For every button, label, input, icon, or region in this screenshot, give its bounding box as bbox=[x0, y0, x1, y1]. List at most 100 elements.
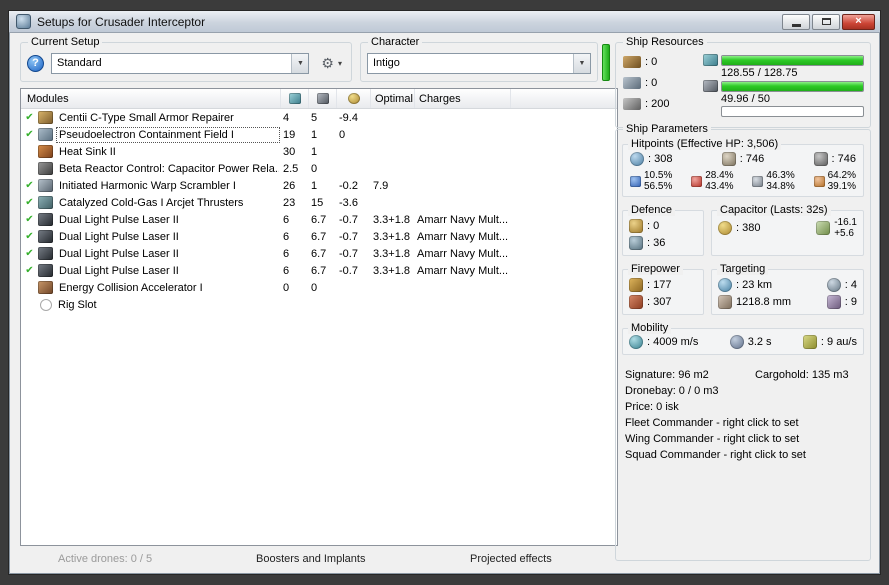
maximize-button[interactable] bbox=[812, 13, 840, 30]
info-text[interactable]: Wing Commander - right click to set bbox=[625, 431, 799, 447]
title-bar[interactable]: Setups for Crusader Interceptor × bbox=[9, 11, 880, 33]
module-row[interactable]: ✔ Centii C-Type Small Armor Repairer 4 5 -9.… bbox=[21, 109, 617, 126]
module-name[interactable]: Rig Slot bbox=[56, 298, 278, 312]
setup-tools-button[interactable]: ⚙ ▾ bbox=[318, 55, 345, 71]
current-setup-group: Current Setup ? Standard ▼ ⚙ ▾ bbox=[20, 36, 352, 82]
module-powergrid: 0 bbox=[311, 162, 318, 175]
close-button[interactable]: × bbox=[842, 13, 875, 30]
module-powergrid: 1 bbox=[311, 145, 318, 158]
info-text[interactable]: Fleet Commander - right click to set bbox=[625, 415, 799, 431]
armor-resist-value: 34.8% bbox=[766, 181, 795, 192]
module-powergrid: 6.7 bbox=[311, 230, 327, 243]
projected-effects-label[interactable]: Projected effects bbox=[470, 553, 552, 565]
align-time-icon bbox=[729, 335, 744, 349]
module-name[interactable]: Dual Light Pulse Laser II bbox=[57, 247, 279, 261]
module-name[interactable]: Dual Light Pulse Laser II bbox=[57, 230, 279, 244]
module-optimal: 3.3+1.8 bbox=[373, 247, 411, 260]
module-row[interactable]: ✔ Dual Light Pulse Laser II 6 6.7 -0.7 3.3+1.… bbox=[21, 245, 617, 262]
warp-speed-icon bbox=[802, 335, 817, 349]
cpu-icon bbox=[703, 54, 718, 66]
active-defence-icon bbox=[629, 235, 643, 250]
boosters-implants-label[interactable]: Boosters and Implants bbox=[256, 553, 365, 565]
powergrid-icon bbox=[703, 80, 718, 92]
kinetic-resist-cell: 46.3% 34.8% bbox=[752, 170, 795, 192]
module-name[interactable]: Initiated Harmonic Warp Scrambler I bbox=[57, 179, 279, 193]
module-row[interactable]: Heat Sink II 30 1 bbox=[21, 143, 617, 160]
module-row[interactable]: Energy Collision Accelerator I 0 0 bbox=[21, 279, 617, 296]
module-charges: Amarr Navy Mult... bbox=[417, 213, 509, 226]
defence-box: Defence : 0 : 36 bbox=[622, 204, 704, 256]
module-row[interactable]: ✔ Pseudoelectron Containment Field I 19 1 0 bbox=[21, 126, 617, 143]
info-line[interactable]: Fleet Commander - right click to set bbox=[625, 415, 862, 431]
passive-defence-value: : 0 bbox=[647, 219, 660, 232]
character-combobox-arrow[interactable]: ▼ bbox=[573, 53, 590, 73]
module-row[interactable]: ✔ Initiated Harmonic Warp Scrambler I 26 1 -… bbox=[21, 177, 617, 194]
module-row[interactable]: ✔ Dual Light Pulse Laser II 6 6.7 -0.7 3.3+1.… bbox=[21, 262, 617, 279]
character-combobox-value: Intigo bbox=[373, 56, 400, 69]
module-row[interactable]: Beta Reactor Control: Capacitor Power Re… bbox=[21, 160, 617, 177]
defence-label: Defence bbox=[628, 204, 675, 216]
module-name[interactable]: Heat Sink II bbox=[57, 145, 279, 159]
info-line[interactable]: Squad Commander - right click to set bbox=[625, 447, 862, 463]
module-cpu: 2.5 bbox=[283, 162, 299, 175]
module-powergrid: 6.7 bbox=[311, 264, 327, 277]
capacitor-amount: : 380 bbox=[736, 222, 761, 234]
info-text[interactable]: Squad Commander - right click to set bbox=[625, 447, 806, 463]
column-capacitor[interactable] bbox=[337, 89, 371, 108]
module-name[interactable]: Centii C-Type Small Armor Repairer bbox=[57, 111, 279, 125]
info-line: Signature: 96 m2 Cargohold: 135 m3 bbox=[625, 367, 862, 383]
active-defence-value: : 36 bbox=[647, 236, 666, 249]
scan-resolution-icon bbox=[718, 294, 732, 309]
column-modules[interactable]: Modules bbox=[21, 89, 281, 108]
module-name[interactable]: Dual Light Pulse Laser II bbox=[57, 264, 279, 278]
sensor-strength: : 9 bbox=[844, 295, 857, 308]
active-drones-label[interactable]: Active drones: 0 / 5 bbox=[58, 553, 152, 565]
column-optimal[interactable]: Optimal bbox=[371, 89, 415, 108]
targeting-box: Targeting : 23 km : 4 1218.8 mm : 9 bbox=[711, 263, 864, 315]
hitpoints-box: Hitpoints (Effective HP: 3,506) : 308 : … bbox=[622, 138, 864, 197]
module-name[interactable]: Catalyzed Cold-Gas I Arcjet Thrusters bbox=[57, 196, 279, 210]
character-combobox[interactable]: Intigo ▼ bbox=[367, 52, 591, 74]
info-text: Cargohold: 135 m3 bbox=[755, 369, 849, 381]
module-capacitor: -0.2 bbox=[339, 179, 358, 192]
armor-resist-value: 43.4% bbox=[705, 181, 734, 192]
current-setup-label: Current Setup bbox=[28, 36, 103, 48]
column-powergrid[interactable] bbox=[309, 89, 337, 108]
fitted-check-icon: ✔ bbox=[25, 248, 34, 259]
setup-combobox-arrow[interactable]: ▼ bbox=[291, 53, 309, 73]
help-icon[interactable]: ? bbox=[27, 54, 44, 72]
module-optimal: 7.9 bbox=[373, 179, 389, 192]
armor-resist-value: 39.1% bbox=[827, 181, 856, 192]
powergrid-usage-text: 49.96 / 50 bbox=[721, 93, 770, 105]
column-cpu[interactable] bbox=[281, 89, 309, 108]
warp-speed: : 9 au/s bbox=[820, 336, 857, 348]
module-row[interactable]: ✔ Dual Light Pulse Laser II 6 6.7 -0.7 3.3+1.… bbox=[21, 211, 617, 228]
module-name[interactable]: Pseudoelectron Containment Field I bbox=[56, 126, 280, 143]
pulse-laser-icon bbox=[38, 264, 53, 277]
module-capacitor: -0.7 bbox=[339, 213, 358, 226]
module-row[interactable]: ✔ Catalyzed Cold-Gas I Arcjet Thrusters 23… bbox=[21, 194, 617, 211]
capacitor-drain: -16.1 bbox=[834, 217, 857, 228]
targeting-label: Targeting bbox=[717, 263, 769, 275]
module-name[interactable]: Energy Collision Accelerator I bbox=[57, 281, 279, 295]
module-name[interactable]: Dual Light Pulse Laser II bbox=[57, 213, 279, 227]
module-name[interactable]: Beta Reactor Control: Capacitor Power Re… bbox=[57, 162, 279, 176]
heat-sink-icon bbox=[38, 145, 53, 158]
setup-combobox[interactable]: Standard ▼ bbox=[51, 52, 310, 74]
close-icon: × bbox=[855, 15, 862, 27]
chevron-down-icon: ▼ bbox=[296, 59, 304, 67]
info-line: Dronebay: 0 / 0 m3 bbox=[625, 383, 862, 399]
info-line: Price: 0 isk bbox=[625, 399, 862, 415]
modules-table-header: Modules Optimal Charges bbox=[21, 89, 617, 109]
minimize-button[interactable] bbox=[782, 13, 810, 30]
hitpoints-label: Hitpoints (Effective HP: 3,506) bbox=[628, 138, 782, 150]
info-line[interactable]: Wing Commander - right click to set bbox=[625, 431, 862, 447]
scan-resolution: 1218.8 mm bbox=[736, 295, 792, 308]
character-status-bar bbox=[602, 44, 610, 81]
column-charges[interactable]: Charges bbox=[415, 89, 511, 108]
module-row[interactable]: ✔ Dual Light Pulse Laser II 6 6.7 -0.7 3.3+1.… bbox=[21, 228, 617, 245]
module-row[interactable]: Rig Slot bbox=[21, 296, 617, 313]
hull-hp: : 746 bbox=[831, 153, 856, 165]
minimize-icon bbox=[791, 23, 801, 27]
warp-scrambler-icon bbox=[38, 179, 53, 192]
